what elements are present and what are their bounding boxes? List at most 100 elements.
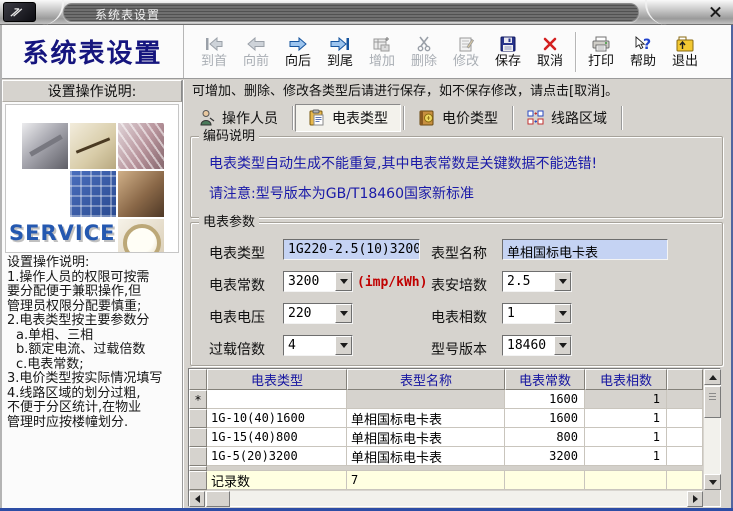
exit-icon (676, 36, 694, 52)
version-value: 18460 (507, 338, 546, 353)
save-button[interactable]: 保存 (487, 27, 529, 77)
column-header[interactable]: 表型名称 (347, 369, 505, 390)
column-header[interactable]: 电表类型 (207, 369, 347, 390)
help-cursor-icon: ? (634, 36, 652, 52)
instruction-line: 2.电表类型按主要参数分 (7, 314, 181, 329)
footer-cell (667, 471, 703, 490)
row-marker[interactable] (189, 447, 207, 466)
close-button[interactable] (708, 4, 724, 20)
cell-meter-type[interactable] (207, 390, 347, 409)
row-marker[interactable] (189, 428, 207, 447)
voltage-select[interactable]: 220 (283, 303, 353, 324)
group-legend: 编码说明 (199, 129, 259, 144)
sidebar-header: 设置操作说明: (2, 80, 182, 102)
tab-separator (512, 106, 513, 130)
sidebar-instructions: 设置操作说明: 1.操作人员的权限可按需 要分配便于兼职操作,但 管理员权限分配… (7, 256, 181, 430)
horizontal-scrollbar[interactable] (189, 490, 703, 506)
cell-phase[interactable]: 1 (585, 390, 667, 409)
delete-button[interactable]: 删除 (403, 27, 445, 77)
row-marker (189, 471, 207, 490)
cell-phase[interactable]: 1 (585, 409, 667, 428)
scroll-right-button[interactable] (687, 491, 703, 507)
tab-price-types[interactable]: 电价类型 (406, 104, 510, 132)
toolbar-button-label: 增加 (369, 55, 395, 68)
meter-constant-select[interactable]: 3200 (283, 271, 353, 292)
go-next-button[interactable]: 向后 (277, 27, 319, 77)
cell-meter-constant[interactable]: 3200 (505, 447, 585, 466)
vertical-scroll-thumb[interactable] (704, 386, 721, 418)
scroll-left-button[interactable] (189, 491, 205, 507)
add-button[interactable]: 增加 (361, 27, 403, 77)
go-previous-button[interactable]: 向前 (235, 27, 277, 77)
record-count-label: 记录数 (207, 471, 347, 490)
cell-model-name[interactable]: 单相国标电卡表 (347, 428, 505, 447)
print-button[interactable]: 打印 (580, 27, 622, 77)
dropdown-button[interactable] (554, 272, 571, 291)
overload-select[interactable]: 4 (283, 335, 353, 356)
column-header[interactable]: 电表常数 (505, 369, 585, 390)
coding-note-line2: 请注意:型号版本为GB/T18460国家新标准 (209, 183, 474, 203)
help-button[interactable]: ? 帮助 (622, 27, 664, 77)
instruction-line: b.额定电流、过载倍数 (7, 343, 181, 358)
titlebar-pill: 系统表设置 (63, 3, 639, 22)
ampere-label: 表安培数 (431, 275, 487, 295)
tab-operators[interactable]: 操作人员 (186, 104, 290, 132)
meter-type-field[interactable]: 1G220-2.5(10)3200 (283, 239, 420, 260)
cell-model-name[interactable] (347, 390, 505, 409)
go-next-icon (288, 36, 308, 52)
instruction-line: 不便于分区统计,在物业 (7, 401, 181, 416)
cell-model-name[interactable]: 单相国标电卡表 (347, 447, 505, 466)
cell-model-name[interactable]: 单相国标电卡表 (347, 409, 505, 428)
phase-select[interactable]: 1 (502, 303, 572, 324)
scroll-up-button[interactable] (704, 369, 721, 385)
version-select[interactable]: 18460 (502, 335, 572, 356)
column-header[interactable]: 电表相数 (585, 369, 667, 390)
edit-document-icon (458, 36, 474, 52)
cell-phase[interactable]: 1 (585, 447, 667, 466)
meter-constant-value: 3200 (288, 274, 319, 289)
toolbar-button-label: 退出 (672, 55, 698, 68)
overload-label: 过载倍数 (209, 339, 265, 359)
modify-button[interactable]: 修改 (445, 27, 487, 77)
vertical-scrollbar[interactable] (703, 369, 720, 490)
row-marker[interactable]: * (189, 390, 207, 409)
dropdown-button[interactable] (335, 272, 352, 291)
cancel-button[interactable]: 取消 (529, 27, 571, 77)
instruction-line: 管理时应按楼幢划分. (7, 416, 181, 431)
cell-meter-type[interactable]: 1G-10(40)1600 (207, 409, 347, 428)
cell-meter-type[interactable]: 1G-15(40)800 (207, 428, 347, 447)
instruction-line: 3.电价类型按实际情况填写 (7, 372, 181, 387)
model-name-field[interactable]: 单相国标电卡表 (502, 239, 668, 260)
go-first-button[interactable]: 到首 (193, 27, 235, 77)
horizontal-scroll-thumb[interactable] (206, 491, 230, 507)
titlebar[interactable]: 系统表设置 (0, 0, 733, 25)
tab-meter-types[interactable]: 电表类型 (295, 104, 401, 132)
sidebar: 设置操作说明: SERVICE 设置操作说明: 1.操作人员的权限可按需 要分配… (2, 80, 183, 508)
go-last-button[interactable]: 到尾 (319, 27, 361, 77)
toolbar-button-label: 帮助 (630, 55, 656, 68)
row-marker[interactable] (189, 409, 207, 428)
dropdown-button[interactable] (335, 336, 352, 355)
cell-meter-constant[interactable]: 1600 (505, 409, 585, 428)
toolbar: 到首 向前 向后 到尾 增加 删除 (185, 25, 731, 78)
instruction-line: 设置操作说明: (7, 256, 181, 271)
toolbar-button-label: 向前 (243, 55, 269, 68)
chevron-down-icon (340, 343, 348, 348)
dropdown-button[interactable] (554, 336, 571, 355)
exit-button[interactable]: 退出 (664, 27, 706, 77)
dropdown-button[interactable] (335, 304, 352, 323)
toolbar-button-label: 取消 (537, 55, 563, 68)
dropdown-button[interactable] (554, 304, 571, 323)
ampere-select[interactable]: 2.5 (502, 271, 572, 292)
toolbar-button-label: 删除 (411, 55, 437, 68)
scroll-right-icon (693, 495, 698, 503)
cell-meter-constant[interactable]: 800 (505, 428, 585, 447)
scroll-down-button[interactable] (704, 474, 721, 490)
cell-meter-type[interactable]: 1G-5(20)3200 (207, 447, 347, 466)
footer-cell (585, 471, 667, 490)
cell-meter-constant[interactable]: 1600 (505, 390, 585, 409)
instruction-line: 要分配便于兼职操作,但 (7, 285, 181, 300)
cell-phase[interactable]: 1 (585, 428, 667, 447)
person-icon (198, 109, 216, 127)
tab-line-regions[interactable]: 线路区域 (515, 104, 619, 132)
